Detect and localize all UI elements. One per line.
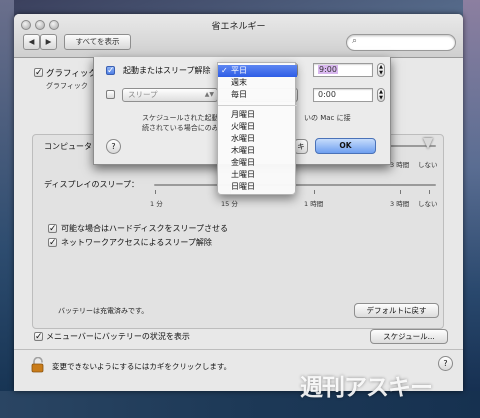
forward-button[interactable]: ▶ <box>40 34 57 50</box>
startup-label: 起動またはスリープ解除 <box>123 66 211 75</box>
sleep-time-stepper[interactable]: ▲ ▼ <box>377 88 385 102</box>
window-title: 省エネルギー <box>211 22 266 32</box>
slider-tick <box>429 190 430 194</box>
day-dropdown-menu: ✓ 平日 週末 毎日 月曜日 火曜日 水曜日 木曜日 金曜日 土曜日 日曜日 <box>217 62 297 195</box>
ok-button[interactable]: OK <box>315 138 376 154</box>
display-tick-label: 15 分 <box>221 200 238 208</box>
menu-item-weekends[interactable]: 週末 <box>218 77 297 89</box>
sheet-help-button[interactable]: ? <box>106 139 121 154</box>
menubar-battery-label: メニューバーにバッテリーの状況を表示 <box>46 332 190 341</box>
chevron-updown-icon: ▲▼ <box>204 91 214 98</box>
schedule-note-line2: 続されている場合にのみ <box>142 124 219 132</box>
desktop-background-right <box>463 0 480 418</box>
help-button[interactable]: ? <box>438 356 453 371</box>
search-icon: ⌕ <box>352 36 358 46</box>
display-tick-label: しない <box>418 200 438 208</box>
menu-item-weekdays[interactable]: ✓ 平日 <box>218 65 297 77</box>
startup-time-value: 9:00 <box>318 65 338 74</box>
computer-tick-label: しない <box>418 161 438 169</box>
display-sleep-label: ディスプレイのスリープ： <box>44 180 139 189</box>
hard-disk-sleep-label: 可能な場合はハードディスクをスリープさせる <box>61 224 228 233</box>
battery-status: バッテリーは充電済みです。 <box>58 307 149 315</box>
slider-tick <box>400 190 401 194</box>
schedule-button[interactable]: スケジュール... <box>370 329 448 344</box>
graphics-switching-label: グラフィック <box>46 69 97 79</box>
hard-disk-sleep-checkbox[interactable]: ✓ <box>48 224 57 234</box>
computer-sleep-slider-thumb[interactable] <box>423 138 433 149</box>
menu-item-saturday[interactable]: 土曜日 <box>218 169 297 181</box>
computer-sleep-label: コンピュータ <box>44 142 92 151</box>
menu-item-sunday[interactable]: 日曜日 <box>218 181 297 193</box>
sleep-action-value: スリープ <box>128 90 158 99</box>
sleep-action-popup[interactable]: スリープ ▲▼ <box>122 88 218 102</box>
graphics-switching-checkbox[interactable]: ✓ <box>34 68 43 78</box>
menu-separator <box>218 105 297 106</box>
network-wake-checkbox[interactable]: ✓ <box>48 238 57 248</box>
checkmark-icon: ✓ <box>221 66 228 75</box>
menu-item-wednesday[interactable]: 水曜日 <box>218 133 297 145</box>
lock-text: 変更できないようにするにはカギをクリックします。 <box>52 362 232 371</box>
lock-icon[interactable] <box>31 357 45 373</box>
computer-tick-label: 3 時間 <box>390 161 410 169</box>
chevron-right-icon: ▶ <box>45 37 52 46</box>
back-button[interactable]: ◀ <box>23 34 40 50</box>
menu-item-tuesday[interactable]: 火曜日 <box>218 121 297 133</box>
startup-time-stepper[interactable]: ▲ ▼ <box>377 63 385 77</box>
menu-item-friday[interactable]: 金曜日 <box>218 157 297 169</box>
menu-item-thursday[interactable]: 木曜日 <box>218 145 297 157</box>
startup-checkbox[interactable]: ✓ <box>106 66 115 76</box>
menubar-battery-checkbox[interactable]: ✓ <box>34 332 43 342</box>
divider <box>14 349 463 350</box>
watermark-logo: 週刊アスキー <box>300 375 433 401</box>
display-tick-label: 1 分 <box>150 200 163 208</box>
graphics-switching-subtext: グラフィック <box>46 82 88 90</box>
slider-tick <box>314 190 315 194</box>
menu-item-monday[interactable]: 月曜日 <box>218 109 297 121</box>
restore-defaults-button[interactable]: デフォルトに戻す <box>354 303 439 318</box>
search-field[interactable]: ⌕ <box>346 34 456 51</box>
title-bar: 省エネルギー ◀ ▶ すべてを表示 ⌕ <box>14 14 463 58</box>
display-tick-label: 1 時間 <box>304 200 324 208</box>
show-all-button[interactable]: すべてを表示 <box>64 34 131 50</box>
slider-tick <box>155 190 156 194</box>
schedule-note: スケジュールされた起動 <box>142 114 219 122</box>
desktop-background-left <box>0 0 14 418</box>
sleep-time-field[interactable]: 0:00 <box>313 88 373 102</box>
schedule-note-end: いの Mac に接 <box>304 114 351 122</box>
network-wake-label: ネットワークアクセスによるスリープ解除 <box>61 238 212 247</box>
menu-item-every-day[interactable]: 毎日 <box>218 89 297 101</box>
startup-time-field[interactable]: 9:00 <box>313 63 373 77</box>
chevron-left-icon: ◀ <box>28 37 35 46</box>
display-tick-label: 3 時間 <box>390 200 410 208</box>
sleep-checkbox[interactable] <box>106 90 115 99</box>
